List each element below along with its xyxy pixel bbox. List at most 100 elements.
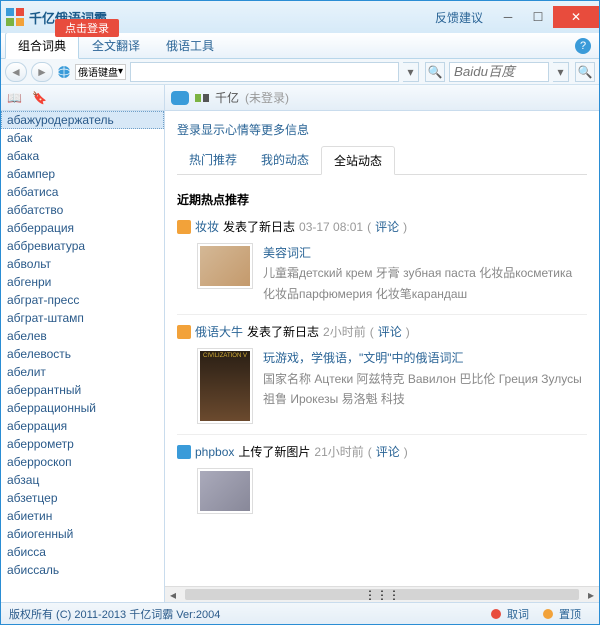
word-item[interactable]: абелит [1,363,164,381]
comment-link[interactable]: 评论 [375,218,399,235]
comment-link[interactable]: 评论 [378,323,402,340]
word-item[interactable]: абгенри [1,273,164,291]
feed-post: 妆妆 发表了新日志 03-17 08:01 (评论) 美容词汇 儿童霜детск… [177,218,587,315]
panel-app-name: 千亿 [215,89,239,106]
word-item[interactable]: аберроскоп [1,453,164,471]
word-item[interactable]: абажуродержатель [1,111,164,129]
word-item[interactable]: аббатство [1,201,164,219]
toolbar: ◄ ► 俄语键盘 ▾ ▾ 🔍 ▾ 🔍 [1,59,599,85]
word-item[interactable]: абвольт [1,255,164,273]
post-badge-icon [177,445,191,459]
feed-heading: 近期热点推荐 [177,191,587,208]
status-bar: 版权所有 (C) 2011-2013 千亿词霸 Ver:2004 取词 置顶 [1,602,599,624]
word-list[interactable]: абажуродержательабакабакаабампераббатиса… [1,111,164,602]
post-badge-icon [177,220,191,234]
title-bar: 千亿俄语词霸 点击登录 反馈建议 ─ ☐ ✕ [1,1,599,33]
main-panel: 千亿 (未登录) 登录显示心情等更多信息 热门推荐 我的动态 全站动态 近期热点… [165,85,599,602]
qianyi-icon [195,91,209,105]
word-item[interactable]: абиетин [1,507,164,525]
word-item[interactable]: абзац [1,471,164,489]
word-item[interactable]: абиссаль [1,561,164,579]
sidebar: 📖 🔖 абажуродержательабакабакаабамперабба… [1,85,165,602]
login-button[interactable]: 点击登录 [55,19,119,37]
pick-word-icon [491,609,501,619]
feedback-link[interactable]: 反馈建议 [435,9,483,26]
post-title-link[interactable]: 玩游戏，学俄语，"文明"中的俄语词汇 [263,348,587,368]
web-search-dropdown[interactable]: ▾ [553,62,569,82]
tab-tools[interactable]: 俄语工具 [153,32,227,58]
post-action: 发表了新日志 [247,323,319,340]
word-item[interactable]: аберрантный [1,381,164,399]
word-item[interactable]: абзетцер [1,489,164,507]
word-item[interactable]: аберрационный [1,399,164,417]
post-time: 2小时前 [323,323,366,340]
word-item[interactable]: абелев [1,327,164,345]
word-item[interactable]: абграт-пресс [1,291,164,309]
word-item[interactable]: абисса [1,543,164,561]
post-user-link[interactable]: 俄语大牛 [195,323,243,340]
forward-button[interactable]: ► [31,62,53,82]
post-thumbnail[interactable] [197,243,253,289]
search-input[interactable] [130,62,399,82]
post-time: 21小时前 [314,443,363,460]
word-item[interactable]: аберрация [1,417,164,435]
post-description: 国家名称 Ацтеки 阿兹特克 Вавилон 巴比伦 Греция Зулу… [263,369,587,410]
scroll-thumb[interactable]: ⋮⋮⋮ [185,589,579,600]
feed: 近期热点推荐 妆妆 发表了新日志 03-17 08:01 (评论) 美容词汇 儿… [165,175,599,586]
maximize-button[interactable]: ☐ [523,6,553,28]
feed-tabs: 热门推荐 我的动态 全站动态 [177,146,587,175]
book-icon[interactable]: 📖 [7,91,22,105]
scroll-left-button[interactable]: ◂ [165,587,181,602]
post-action: 上传了新图片 [238,443,310,460]
sidebar-toolbar: 📖 🔖 [1,85,164,111]
options-link[interactable]: 置顶 [559,606,581,622]
keyboard-select[interactable]: 俄语键盘 ▾ [75,64,126,80]
post-thumbnail[interactable] [197,468,253,514]
word-item[interactable]: абак [1,129,164,147]
panel-login-state: (未登录) [245,89,289,106]
post-badge-icon [177,325,191,339]
close-button[interactable]: ✕ [553,6,599,28]
post-thumbnail[interactable]: CIVILIZATION V [197,348,253,424]
word-item[interactable]: абампер [1,165,164,183]
post-title-link[interactable]: 美容词汇 [263,243,587,263]
options-icon [543,609,553,619]
tab-site[interactable]: 全站动态 [321,146,395,175]
minimize-button[interactable]: ─ [493,6,523,28]
word-item[interactable]: абелевость [1,345,164,363]
word-item[interactable]: абберрация [1,219,164,237]
word-item[interactable]: аббревиатура [1,237,164,255]
tab-hot[interactable]: 热门推荐 [177,146,249,174]
feed-post: 俄语大牛 发表了新日志 2小时前 (评论) CIVILIZATION V 玩游戏… [177,323,587,435]
web-search-input[interactable] [449,62,549,82]
word-item[interactable]: аберрометр [1,435,164,453]
word-item[interactable]: абграт-штамп [1,309,164,327]
content-area: 📖 🔖 абажуродержательабакабакаабамперабба… [1,85,599,602]
login-info-link[interactable]: 登录显示心情等更多信息 [177,121,587,138]
help-icon[interactable]: ? [575,38,591,54]
panel-header: 千亿 (未登录) [165,85,599,111]
pick-word-toggle[interactable]: 取词 [507,606,529,622]
app-window: 千亿俄语词霸 点击登录 反馈建议 ─ ☐ ✕ 组合词典 全文翻译 俄语工具 ? … [0,0,600,625]
post-action: 发表了新日志 [223,218,295,235]
feed-post: phpbox 上传了新图片 21小时前 (评论) [177,443,587,524]
app-logo-icon [5,7,25,27]
bookmark-icon[interactable]: 🔖 [32,91,47,105]
web-search-button[interactable]: 🔍 [575,62,595,82]
scroll-right-button[interactable]: ▸ [583,587,599,602]
tab-mine[interactable]: 我的动态 [249,146,321,174]
post-time: 03-17 08:01 [299,220,363,234]
horizontal-scrollbar[interactable]: ◂ ⋮⋮⋮ ▸ [165,586,599,602]
post-description: 儿童霜детский крем 牙膏 зубная паста 化妆品косме… [263,263,587,304]
post-user-link[interactable]: phpbox [195,445,234,459]
comment-link[interactable]: 评论 [376,443,400,460]
post-user-link[interactable]: 妆妆 [195,218,219,235]
word-item[interactable]: абиогенный [1,525,164,543]
search-button[interactable]: 🔍 [425,62,445,82]
word-item[interactable]: аббатиса [1,183,164,201]
search-dropdown[interactable]: ▾ [403,62,419,82]
globe-icon[interactable] [57,65,71,79]
word-item[interactable]: абака [1,147,164,165]
back-button[interactable]: ◄ [5,62,27,82]
cloud-icon[interactable] [171,91,189,105]
